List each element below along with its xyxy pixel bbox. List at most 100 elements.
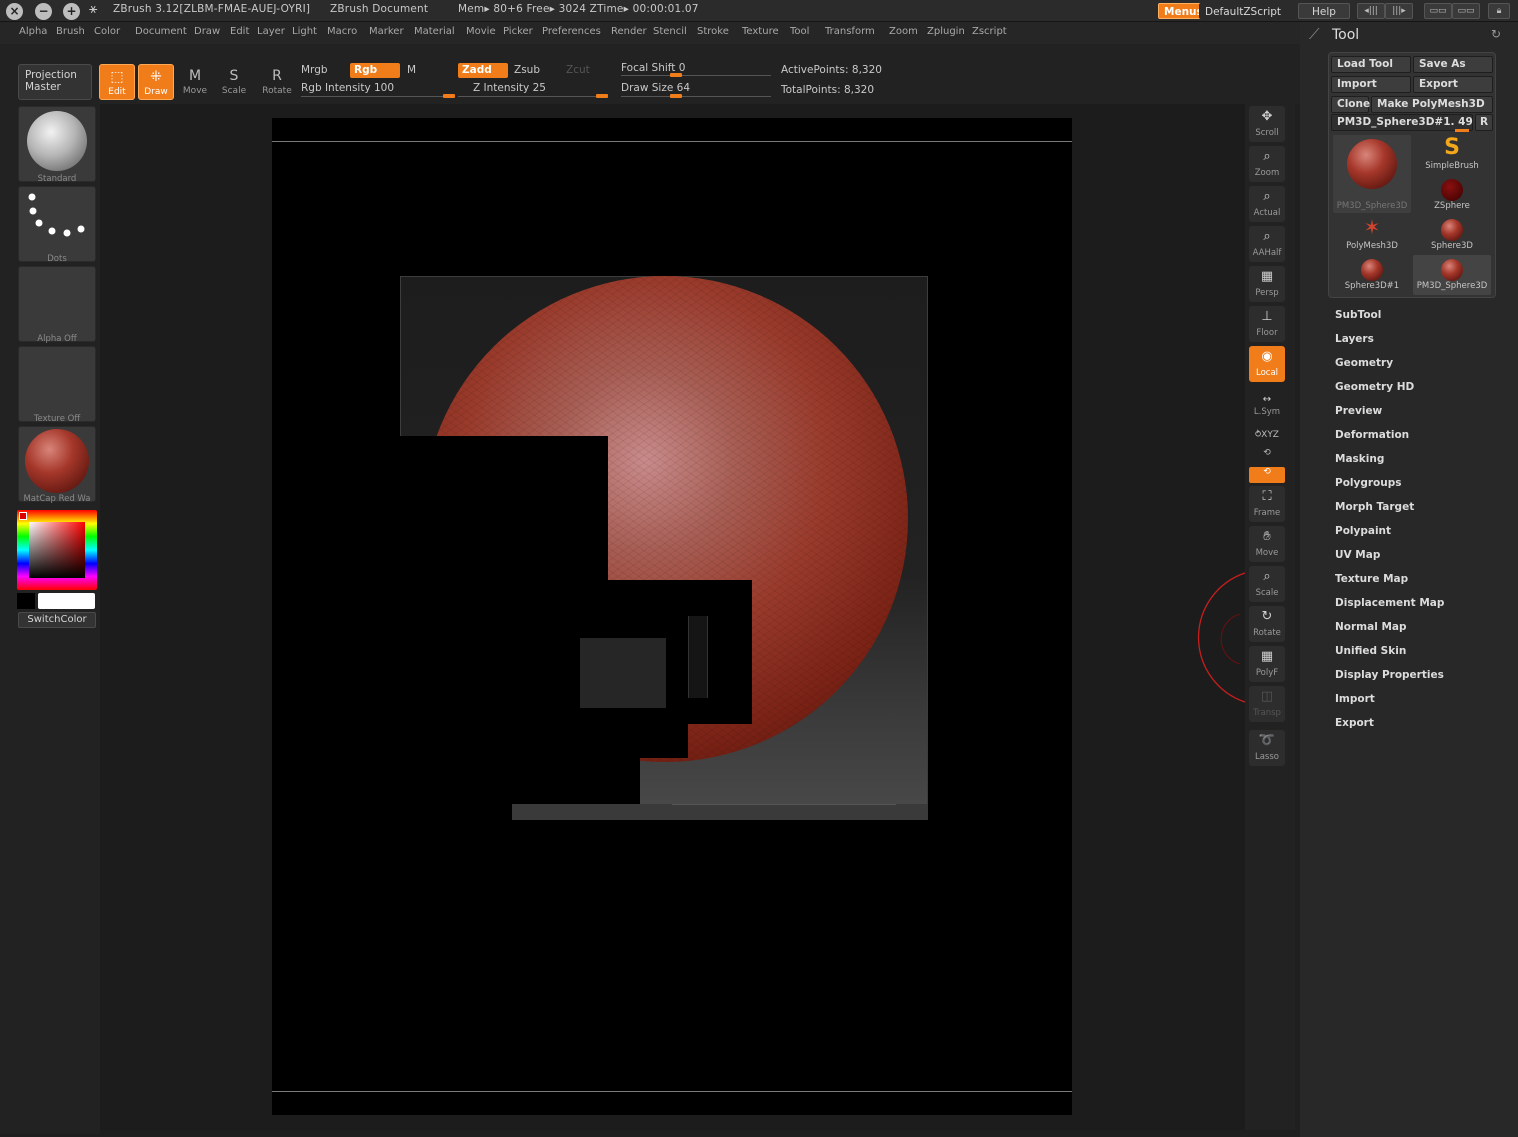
tray-right-icon[interactable]: |||▸ bbox=[1385, 3, 1413, 19]
menu-marker[interactable]: Marker bbox=[369, 26, 404, 37]
m-toggle[interactable]: M bbox=[407, 64, 416, 76]
aahalf-button[interactable]: ⌕ AAHalf bbox=[1249, 226, 1285, 262]
texture-selector[interactable] bbox=[18, 346, 96, 422]
layout-icon[interactable]: ▭▭ bbox=[1424, 3, 1452, 19]
subpalette-masking[interactable]: Masking bbox=[1335, 453, 1384, 465]
draw-size-track[interactable] bbox=[621, 96, 771, 97]
subpalette-subtool[interactable]: SubTool bbox=[1335, 309, 1381, 321]
move-button[interactable]: M Move bbox=[177, 64, 213, 100]
lock-icon[interactable]: 🔒︎ bbox=[1488, 3, 1510, 19]
subpalette-display-properties[interactable]: Display Properties bbox=[1335, 669, 1444, 681]
menu-picker[interactable]: Picker bbox=[503, 26, 533, 37]
focal-shift-track[interactable] bbox=[621, 75, 771, 76]
subpalette-polygroups[interactable]: Polygroups bbox=[1335, 477, 1402, 489]
frame-button[interactable]: ⛶ Frame bbox=[1249, 486, 1285, 522]
tool-palette-pin-icon[interactable]: ⟋ bbox=[1309, 25, 1320, 43]
subpalette-displacement-map[interactable]: Displacement Map bbox=[1335, 597, 1444, 609]
tool-thumb-pm3d-sphere2[interactable]: PM3D_Sphere3D bbox=[1413, 255, 1491, 295]
edit-button[interactable]: ⬚ Edit bbox=[99, 64, 135, 100]
tool-thumb-sphere3d1[interactable]: Sphere3D#1 bbox=[1333, 255, 1411, 295]
color-picker[interactable] bbox=[17, 510, 97, 590]
z-intensity-track[interactable] bbox=[458, 96, 608, 97]
tool-thumb-zsphere[interactable]: ZSphere bbox=[1413, 175, 1491, 215]
projection-master-button[interactable]: Projection Master bbox=[18, 64, 92, 100]
make-polymesh-button[interactable]: Make PolyMesh3D bbox=[1371, 96, 1493, 113]
rotate-button[interactable]: R Rotate bbox=[259, 64, 295, 100]
subpalette-preview[interactable]: Preview bbox=[1335, 405, 1382, 417]
menu-zplugin[interactable]: Zplugin bbox=[927, 26, 965, 37]
subpalette-texture-map[interactable]: Texture Map bbox=[1335, 573, 1408, 585]
default-zscript-button[interactable]: DefaultZScript bbox=[1199, 3, 1288, 19]
subpalette-layers[interactable]: Layers bbox=[1335, 333, 1374, 345]
tool-thumb-simplebrush[interactable]: S SimpleBrush bbox=[1413, 135, 1491, 175]
lsym-button[interactable]: ↔ L.Sym bbox=[1249, 394, 1285, 420]
tray-left-icon[interactable]: ◂||| bbox=[1357, 3, 1385, 19]
zsub-toggle[interactable]: Zsub bbox=[514, 64, 540, 76]
draw-button[interactable]: ⁜ Draw bbox=[138, 64, 174, 100]
scroll-button[interactable]: ✥ Scroll bbox=[1249, 106, 1285, 142]
current-tool-slider-knob[interactable] bbox=[1455, 129, 1469, 132]
subpalette-export[interactable]: Export bbox=[1335, 717, 1374, 729]
rgb-intensity-slider[interactable]: Rgb Intensity 100 bbox=[301, 82, 394, 94]
persp-button[interactable]: ▦ Persp bbox=[1249, 266, 1285, 302]
subpalette-unified-skin[interactable]: Unified Skin bbox=[1335, 645, 1406, 657]
subpalette-geometry[interactable]: Geometry bbox=[1335, 357, 1393, 369]
r-button[interactable]: R bbox=[1475, 114, 1493, 131]
zadd-toggle[interactable]: Zadd bbox=[458, 63, 508, 78]
save-as-button[interactable]: Save As bbox=[1413, 56, 1493, 73]
subpalette-geometry-hd[interactable]: Geometry HD bbox=[1335, 381, 1414, 393]
z-intensity-slider[interactable]: Z Intensity 25 bbox=[473, 82, 546, 94]
document-canvas[interactable] bbox=[272, 118, 1072, 1115]
menu-zoom[interactable]: Zoom bbox=[889, 26, 918, 37]
subpalette-deformation[interactable]: Deformation bbox=[1335, 429, 1409, 441]
floor-button[interactable]: ⊥ Floor bbox=[1249, 306, 1285, 342]
current-tool-slider[interactable]: PM3D_Sphere3D#1. 49 bbox=[1331, 114, 1473, 131]
menu-preferences[interactable]: Preferences bbox=[542, 26, 601, 37]
menu-macro[interactable]: Macro bbox=[327, 26, 357, 37]
menu-tool[interactable]: Tool bbox=[790, 26, 809, 37]
xyz-button[interactable]: ⥁XYZ bbox=[1249, 430, 1285, 446]
maximize-window-icon[interactable]: + bbox=[63, 3, 80, 20]
menu-movie[interactable]: Movie bbox=[466, 26, 496, 37]
rgb-intensity-track[interactable] bbox=[301, 96, 455, 97]
rotate-z-icon[interactable]: ⟲ bbox=[1249, 467, 1285, 483]
hue-marker[interactable] bbox=[19, 512, 27, 520]
close-window-icon[interactable]: × bbox=[6, 3, 23, 20]
tool-thumb-polymesh[interactable]: ✶ PolyMesh3D bbox=[1333, 215, 1411, 255]
menu-layer[interactable]: Layer bbox=[257, 26, 285, 37]
menu-document[interactable]: Document bbox=[135, 26, 187, 37]
scale-button[interactable]: S Scale bbox=[216, 64, 252, 100]
export-tool-button[interactable]: Export bbox=[1413, 76, 1493, 93]
transp-button[interactable]: ◫ Transp bbox=[1249, 686, 1285, 722]
main-color-swatch[interactable] bbox=[38, 593, 95, 609]
ui-layout-icon[interactable]: ▭▭ bbox=[1452, 3, 1480, 19]
rotate-view-button[interactable]: ↻ Rotate bbox=[1249, 606, 1285, 642]
draw-size-knob[interactable] bbox=[670, 94, 683, 98]
polyf-button[interactable]: ▦ PolyF bbox=[1249, 646, 1285, 682]
saturation-value-square[interactable] bbox=[29, 522, 85, 578]
stroke-selector[interactable] bbox=[18, 186, 96, 262]
rotate-y-icon[interactable]: ⟲ bbox=[1249, 448, 1285, 464]
menu-light[interactable]: Light bbox=[292, 26, 317, 37]
menu-stroke[interactable]: Stroke bbox=[697, 26, 729, 37]
tool-thumb-sphere3d[interactable]: Sphere3D bbox=[1413, 215, 1491, 255]
local-button[interactable]: ◉ Local bbox=[1249, 346, 1285, 382]
material-selector[interactable] bbox=[18, 426, 96, 502]
lasso-button[interactable]: ➰ Lasso bbox=[1249, 730, 1285, 766]
alpha-selector[interactable] bbox=[18, 266, 96, 342]
menu-edit[interactable]: Edit bbox=[230, 26, 249, 37]
zcut-toggle[interactable]: Zcut bbox=[566, 64, 590, 76]
menu-material[interactable]: Material bbox=[414, 26, 455, 37]
subpalette-morph-target[interactable]: Morph Target bbox=[1335, 501, 1414, 513]
switch-color-button[interactable]: SwitchColor bbox=[18, 612, 96, 628]
focal-shift-knob[interactable] bbox=[670, 73, 683, 77]
menu-draw[interactable]: Draw bbox=[194, 26, 220, 37]
menu-zscript[interactable]: Zscript bbox=[972, 26, 1007, 37]
clone-button[interactable]: Clone bbox=[1331, 96, 1370, 113]
subpalette-uv-map[interactable]: UV Map bbox=[1335, 549, 1380, 561]
help-button[interactable]: Help bbox=[1298, 3, 1350, 19]
mrgb-toggle[interactable]: Mrgb bbox=[301, 64, 328, 76]
draw-size-slider[interactable]: Draw Size 64 bbox=[621, 82, 690, 94]
load-tool-button[interactable]: Load Tool bbox=[1331, 56, 1411, 73]
z-intensity-knob[interactable] bbox=[596, 94, 608, 98]
